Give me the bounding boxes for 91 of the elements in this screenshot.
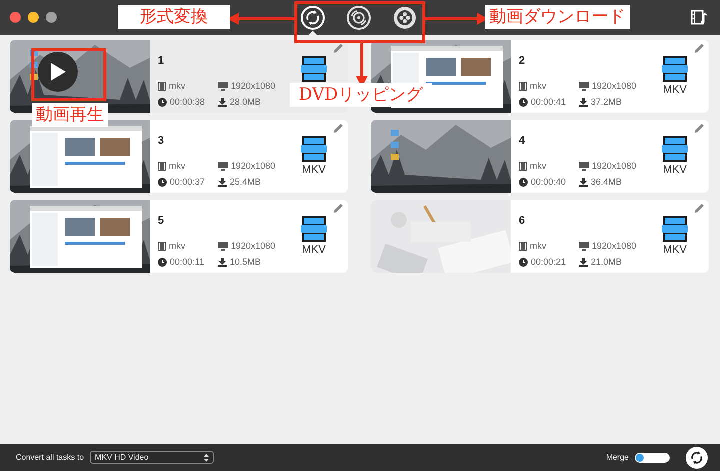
film-icon <box>519 162 527 170</box>
format-label: MKV <box>302 244 326 256</box>
film-strip-icon[interactable] <box>300 135 328 163</box>
task-number: 1 <box>158 55 164 67</box>
pencil-icon[interactable] <box>333 123 344 134</box>
task-card[interactable]: 6 mkv 1920x1080 00:00:21 21.0MB MKV <box>371 200 709 273</box>
duration-text: 00:00:21 <box>531 257 566 267</box>
format-label: MKV <box>663 84 687 96</box>
format-text: mkv <box>530 161 546 171</box>
annotation-label: 動画再生 <box>32 103 108 127</box>
download-icon <box>218 98 227 106</box>
task-number: 2 <box>519 55 526 67</box>
film-music-icon[interactable] <box>691 10 708 26</box>
monitor-icon <box>218 162 228 170</box>
film-strip-icon[interactable] <box>661 215 689 243</box>
task-card[interactable]: 4 mkv 1920x1080 00:00:40 36.4MB MKV <box>371 120 709 193</box>
download-icon <box>218 178 227 186</box>
task-card[interactable]: 5 mkv 1920x1080 00:00:11 10.5MB MKV <box>10 200 348 273</box>
pencil-icon[interactable] <box>333 203 344 214</box>
task-number: 6 <box>519 215 526 227</box>
download-icon <box>218 258 227 266</box>
format-text: mkv <box>169 161 186 171</box>
resolution-text: 1920x1080 <box>231 81 276 91</box>
size-text: 21.0MB <box>591 257 622 267</box>
duration-text: 00:00:41 <box>531 97 566 107</box>
size-text: 37.2MB <box>591 97 622 107</box>
pencil-icon[interactable] <box>333 43 344 54</box>
size-text: 25.4MB <box>230 177 262 187</box>
annotation-label: DVDリッピング <box>290 83 432 107</box>
download-icon <box>579 98 588 106</box>
convert-all-label: Convert all tasks to <box>16 453 84 462</box>
convert-button[interactable] <box>686 446 708 468</box>
size-text: 10.5MB <box>230 257 262 267</box>
zoom-button[interactable] <box>46 12 57 23</box>
task-number: 3 <box>158 135 164 147</box>
annotation-arrow <box>227 13 296 25</box>
film-icon <box>519 82 527 90</box>
minimize-button[interactable] <box>28 12 39 23</box>
profile-dropdown[interactable]: MKV HD Video <box>90 451 214 464</box>
convert-icon <box>689 450 705 466</box>
play-icon <box>49 62 67 82</box>
task-number: 4 <box>519 135 526 147</box>
resolution-text: 1920x1080 <box>231 161 276 171</box>
format-text: mkv <box>530 241 546 251</box>
clock-icon <box>519 98 528 106</box>
clock-icon <box>158 98 167 106</box>
close-button[interactable] <box>10 12 21 23</box>
film-icon <box>158 162 166 170</box>
updown-icon <box>204 454 210 462</box>
pencil-icon[interactable] <box>694 43 705 54</box>
duration-text: 00:00:38 <box>170 97 206 107</box>
annotation-label: 動画ダウンロード <box>485 5 630 29</box>
film-strip-icon[interactable] <box>661 135 689 163</box>
clock-icon <box>158 258 167 266</box>
download-icon <box>579 178 588 186</box>
film-strip-icon[interactable] <box>300 215 328 243</box>
format-label: MKV <box>663 164 687 176</box>
clock-icon <box>158 178 167 186</box>
film-icon <box>519 242 527 250</box>
size-text: 28.0MB <box>230 97 262 107</box>
duration-text: 00:00:40 <box>531 177 566 187</box>
monitor-icon <box>579 82 589 90</box>
size-text: 36.4MB <box>591 177 622 187</box>
clock-icon <box>519 258 528 266</box>
duration-text: 00:00:11 <box>170 257 204 267</box>
resolution-text: 1920x1080 <box>231 241 276 251</box>
format-text: mkv <box>169 81 186 91</box>
monitor-icon <box>218 242 228 250</box>
resolution-text: 1920x1080 <box>592 81 637 91</box>
film-strip-icon[interactable] <box>661 55 689 83</box>
pencil-icon[interactable] <box>694 203 705 214</box>
annotation-label: 形式変換 <box>118 5 230 29</box>
film-strip-icon[interactable] <box>300 55 328 83</box>
resolution-text: 1920x1080 <box>592 241 637 251</box>
clock-icon <box>519 178 528 186</box>
format-label: MKV <box>663 244 687 256</box>
film-icon <box>158 242 166 250</box>
format-text: mkv <box>169 241 186 251</box>
merge-label: Merge <box>606 453 629 462</box>
format-label: MKV <box>302 164 326 176</box>
task-number: 5 <box>158 215 164 227</box>
merge-switch[interactable] <box>635 452 670 462</box>
download-icon <box>579 258 588 266</box>
resolution-text: 1920x1080 <box>592 161 637 171</box>
film-icon <box>158 82 166 90</box>
pencil-icon[interactable] <box>694 123 705 134</box>
monitor-icon <box>579 162 589 170</box>
monitor-icon <box>218 82 228 90</box>
duration-text: 00:00:37 <box>170 177 206 187</box>
monitor-icon <box>579 242 589 250</box>
format-text: mkv <box>530 81 546 91</box>
